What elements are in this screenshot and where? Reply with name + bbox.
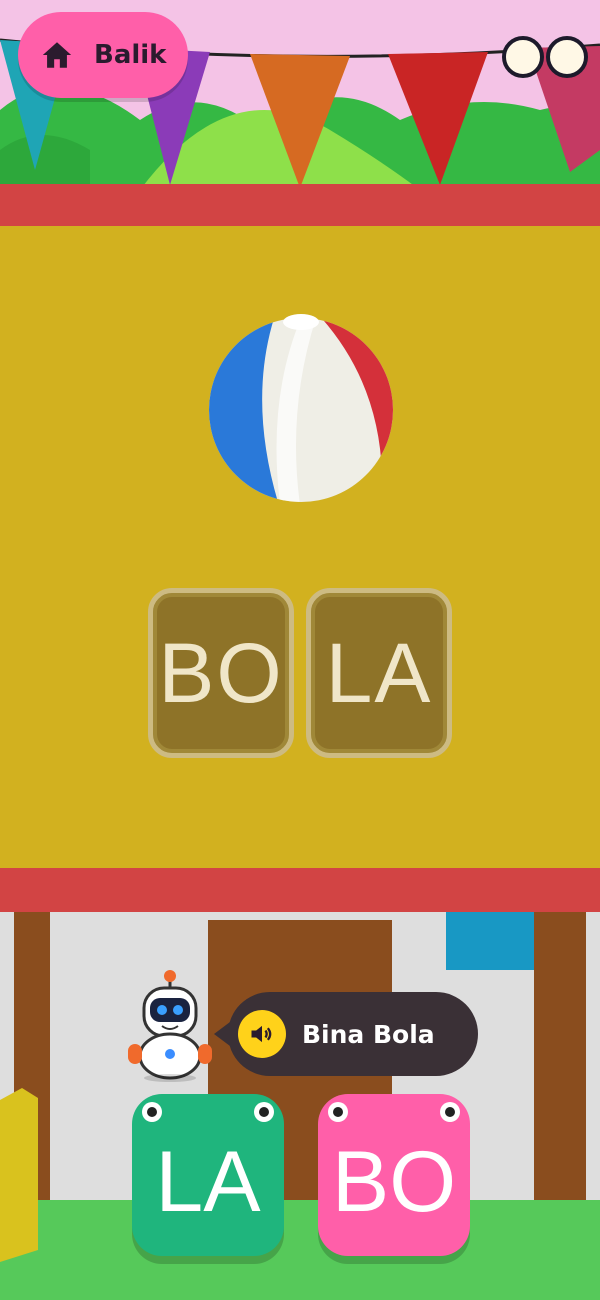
syllable-tile-bo[interactable]: BO — [318, 1094, 470, 1256]
eye-right-icon — [546, 36, 588, 78]
speaker-glyph-icon — [251, 1025, 272, 1043]
home-icon — [42, 42, 72, 68]
syllable-tile-la[interactable]: LA — [132, 1094, 284, 1256]
slot-1-syllable: BO — [158, 625, 284, 720]
slot-2-syllable: LA — [325, 625, 433, 720]
eye-left-icon — [502, 36, 544, 78]
speaker-icon[interactable] — [238, 1010, 286, 1058]
answer-slot-2[interactable]: LA — [306, 588, 452, 758]
answer-slot-1[interactable]: BO — [148, 588, 294, 758]
tile-eye-icon — [440, 1102, 460, 1122]
back-home-button[interactable]: Balik — [18, 12, 188, 98]
hint-text: Bina Bola — [302, 1019, 435, 1049]
board-bottom-beam — [0, 868, 600, 912]
tile-eye-icon — [254, 1102, 274, 1122]
tile-bo-label: BO — [331, 1133, 457, 1230]
back-label: Balik — [94, 40, 167, 70]
robot-mascot — [128, 970, 212, 1082]
tile-eye-icon — [142, 1102, 162, 1122]
tile-la-label: LA — [155, 1133, 261, 1230]
board-top-beam — [0, 184, 600, 226]
hint-speech-bubble[interactable]: Bina Bola — [228, 992, 478, 1076]
beach-ball-picture — [209, 314, 393, 502]
tile-eye-icon — [328, 1102, 348, 1122]
